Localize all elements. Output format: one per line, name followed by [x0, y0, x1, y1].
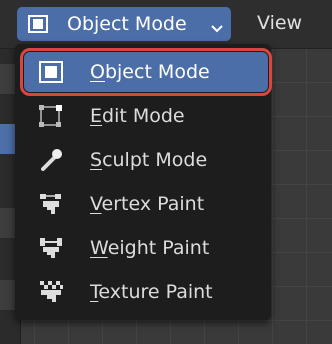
viewport-header: Object Mode View: [0, 0, 332, 49]
texture-paint-icon: [37, 279, 65, 305]
menu-item-edit-mode[interactable]: Edit Mode: [24, 96, 268, 136]
menu-item-label: Vertex Paint: [90, 193, 205, 215]
menu-item-sculpt-mode[interactable]: Sculpt Mode: [24, 140, 268, 180]
menu-item-label: Object Mode: [90, 61, 210, 83]
mode-selector-label: Object Mode: [67, 13, 187, 35]
mode-dropdown-menu: Object Mode Edit Mode Sculpt Mode Vertex…: [15, 44, 272, 320]
menu-item-texture-paint[interactable]: Texture Paint: [24, 272, 268, 312]
object-mode-icon: [37, 59, 65, 85]
sculpt-mode-icon: [37, 147, 65, 173]
menu-item-label: Weight Paint: [90, 237, 210, 259]
vertex-paint-icon: [37, 191, 65, 217]
menu-item-label: Edit Mode: [90, 105, 185, 127]
menu-item-label: Sculpt Mode: [90, 149, 208, 171]
menu-item-object-mode[interactable]: Object Mode: [20, 48, 272, 96]
menu-item-vertex-paint[interactable]: Vertex Paint: [24, 184, 268, 224]
chevron-down-icon: [210, 19, 224, 33]
object-mode-icon: [27, 14, 49, 34]
view-menu[interactable]: View: [257, 12, 302, 34]
menu-item-label: Texture Paint: [90, 281, 213, 303]
weight-paint-icon: [37, 235, 65, 261]
mode-selector-button[interactable]: Object Mode: [17, 7, 231, 41]
edit-mode-icon: [37, 103, 65, 129]
menu-item-weight-paint[interactable]: Weight Paint: [24, 228, 268, 268]
